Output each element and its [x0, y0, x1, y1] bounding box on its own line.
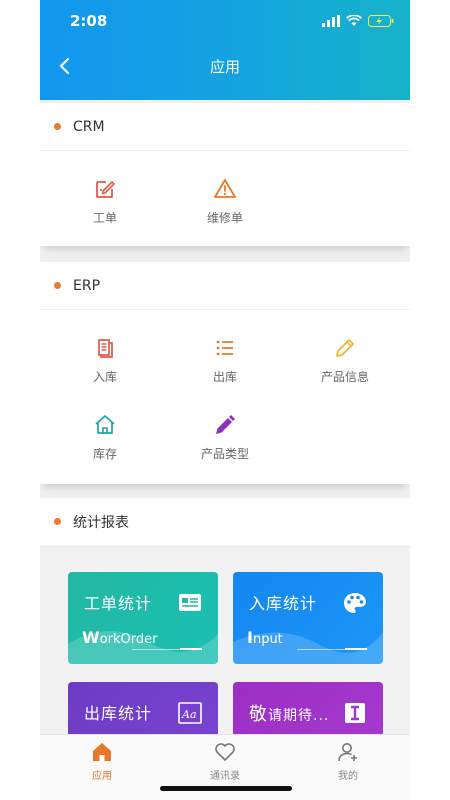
- document-icon: [98, 339, 113, 358]
- section-header-reports: 统计报表: [40, 498, 410, 546]
- pen-icon: [216, 415, 235, 434]
- card-subtitle-rest: nput: [252, 632, 283, 647]
- phone-screen: 2:08 应用 CRM 工单 维修单 ERP 入库 出库 产品信息 库存 产品类…: [40, 0, 410, 800]
- card-title: 工单统计: [84, 594, 153, 613]
- app-item-work-order[interactable]: 工单: [45, 177, 165, 237]
- page-title: 应用: [209, 58, 240, 76]
- tab-label: 应用: [92, 771, 112, 782]
- font-icon: Aa: [178, 702, 202, 724]
- card-title: 入库统计: [249, 594, 318, 613]
- tab-label: 通讯录: [210, 771, 240, 782]
- card-underline-accent: [180, 648, 202, 650]
- card-subtitle: Input: [247, 628, 283, 647]
- card-subtitle: WorkOrder: [82, 628, 157, 647]
- heart-icon: [215, 743, 235, 761]
- svg-text:Aa: Aa: [181, 708, 197, 721]
- left-margin: [0, 0, 40, 800]
- report-card-stock-in[interactable]: 入库统计 Input: [233, 572, 383, 664]
- edit-note-icon: [96, 181, 115, 198]
- battery-charging-icon: [368, 15, 394, 27]
- pencil-icon: [336, 339, 354, 357]
- app-item-stock-in[interactable]: 入库: [45, 336, 165, 396]
- erp-app-grid: 入库 出库 产品信息 库存 产品类型: [40, 310, 410, 484]
- tab-profile[interactable]: 我的: [308, 741, 388, 782]
- crm-app-grid: 工单 维修单: [40, 151, 410, 246]
- app-header: 2:08 应用: [40, 0, 410, 100]
- wifi-icon: [346, 15, 362, 26]
- tab-contacts[interactable]: 通讯录: [185, 741, 265, 782]
- section-header-erp: ERP: [40, 262, 410, 310]
- app-label: 工单: [92, 211, 117, 225]
- card-title-initial: 敬: [249, 704, 268, 725]
- app-item-inventory[interactable]: 库存: [45, 413, 165, 473]
- text-cursor-icon: [345, 703, 365, 723]
- right-margin: [410, 0, 450, 800]
- bullet-dot: [54, 123, 61, 130]
- home-indicator[interactable]: [160, 786, 292, 791]
- card-subtitle-initial: W: [82, 628, 100, 647]
- card-underline-accent: [345, 648, 367, 650]
- app-label: 产品信息: [320, 370, 369, 384]
- app-item-product-type[interactable]: 产品类型: [165, 413, 285, 473]
- section-title-erp: ERP: [73, 277, 101, 294]
- app-label: 产品类型: [200, 447, 249, 461]
- status-time: 2:08: [70, 12, 108, 30]
- app-item-repair-order[interactable]: 维修单: [165, 177, 285, 237]
- tab-apps[interactable]: 应用: [62, 741, 142, 782]
- bullet-dot: [54, 282, 61, 289]
- section-title-reports: 统计报表: [73, 514, 129, 531]
- card-title-rest: 请期待...: [268, 708, 330, 724]
- home-icon: [95, 415, 115, 434]
- id-card-icon: [179, 594, 201, 611]
- home-filled-icon: [93, 743, 111, 761]
- report-cards-area: 工单统计 WorkOrder 入库统计 Input 出库统计 Aa 敬请期待..…: [40, 548, 410, 774]
- section-header-crm: CRM: [40, 103, 410, 151]
- list-icon: [216, 340, 233, 356]
- signal-icon: [322, 15, 340, 27]
- card-subtitle-rest: orkOrder: [99, 632, 158, 647]
- app-label: 入库: [92, 370, 117, 384]
- app-label: 库存: [92, 447, 117, 461]
- report-card-work-order[interactable]: 工单统计 WorkOrder: [68, 572, 218, 664]
- card-title: 敬请期待...: [249, 700, 329, 726]
- tab-label: 我的: [338, 771, 358, 782]
- bullet-dot: [54, 518, 61, 525]
- app-item-stock-out[interactable]: 出库: [165, 336, 285, 396]
- user-add-icon: [338, 743, 357, 762]
- app-label: 维修单: [206, 211, 243, 225]
- status-icons: [322, 15, 394, 27]
- section-title-crm: CRM: [73, 118, 105, 135]
- palette-icon: [344, 593, 366, 613]
- app-label: 出库: [212, 370, 237, 384]
- card-title: 出库统计: [84, 704, 153, 723]
- warning-icon: [214, 179, 236, 198]
- app-item-product-info[interactable]: 产品信息: [285, 336, 405, 396]
